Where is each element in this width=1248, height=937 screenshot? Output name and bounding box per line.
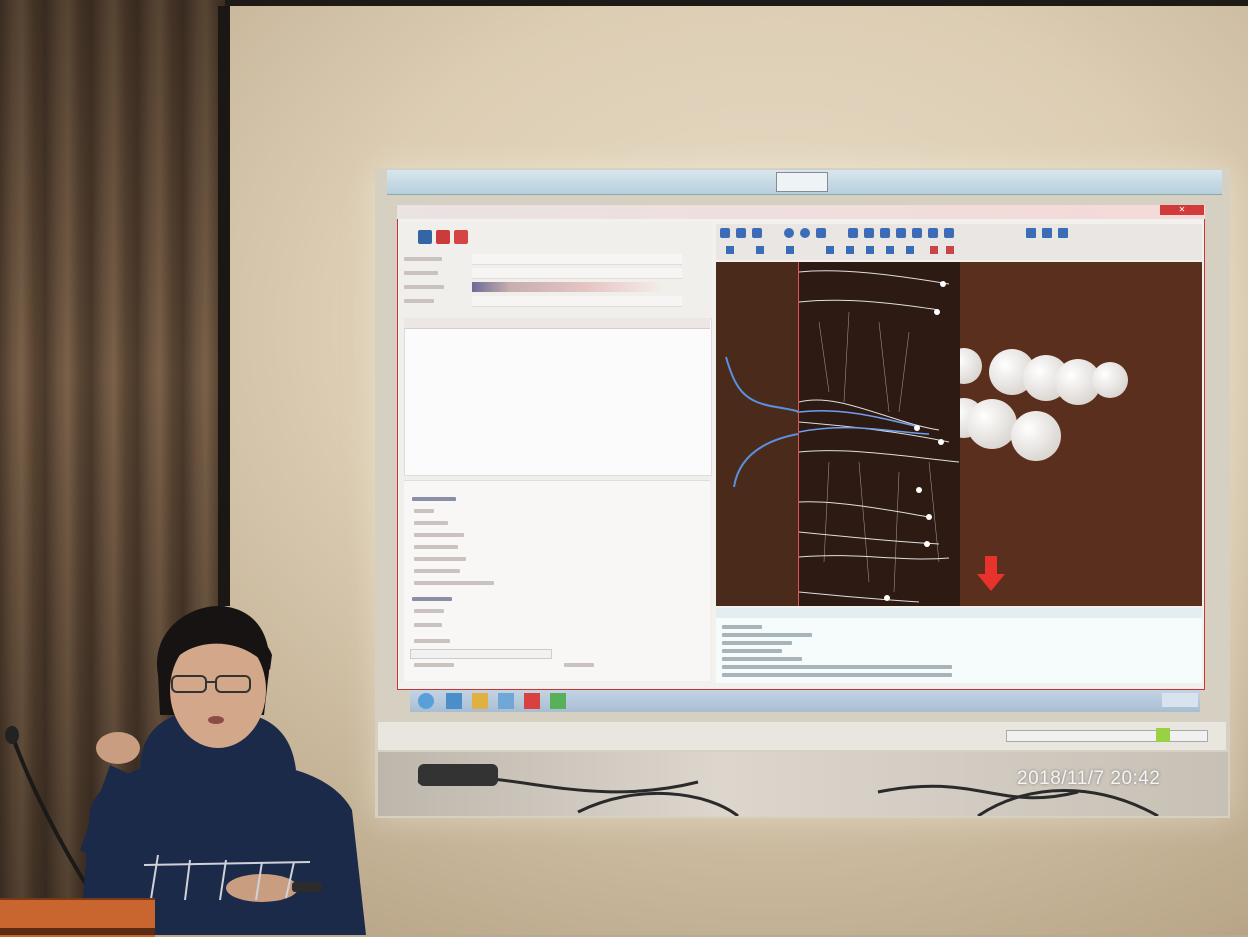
- layer-list[interactable]: [404, 318, 712, 476]
- log-line: [722, 641, 792, 645]
- layer-list-header: [404, 318, 710, 329]
- setting-label: [414, 533, 464, 537]
- section-heading: [412, 497, 456, 501]
- footer-controls: [1006, 730, 1208, 742]
- windows-taskbar: [410, 690, 1200, 712]
- setting-label: [404, 285, 444, 289]
- app-titlebar: [397, 205, 1205, 219]
- setting-label: [404, 257, 442, 261]
- setting-label: [414, 509, 434, 513]
- setting-label: [414, 569, 460, 573]
- action-buttons[interactable]: [410, 649, 552, 659]
- system-clock: [1162, 693, 1198, 707]
- setting-label: [404, 271, 438, 275]
- log-line: [722, 633, 812, 637]
- taskbar-app-icon[interactable]: [446, 693, 462, 709]
- setting-label: [414, 581, 494, 585]
- windows-start-icon[interactable]: [418, 693, 434, 709]
- setting-label: [414, 623, 442, 627]
- log-tabs[interactable]: [716, 608, 1202, 618]
- viewer-toolbar: [716, 224, 1202, 260]
- status-icon: [1156, 728, 1170, 742]
- setting-label: [414, 521, 448, 525]
- screen-frame: [218, 6, 230, 606]
- status-label: [564, 663, 594, 667]
- tool-icon[interactable]: [436, 230, 450, 244]
- log-line: [722, 625, 762, 629]
- neuron-image-region: [798, 262, 962, 606]
- log-panel: [716, 608, 1202, 683]
- tracing-settings: [404, 480, 710, 681]
- speaker-person: [40, 600, 380, 935]
- colormap-gradient[interactable]: [472, 282, 662, 292]
- setting-label: [414, 639, 450, 643]
- setting-label: [414, 609, 444, 613]
- status-label: [414, 663, 454, 667]
- viewer-right-region: [960, 262, 1202, 606]
- setting-label: [404, 299, 434, 303]
- setting-row[interactable]: [472, 254, 682, 265]
- log-line: [722, 665, 952, 669]
- close-icon[interactable]: ✕: [1160, 205, 1204, 215]
- setting-row[interactable]: [472, 296, 682, 307]
- log-line: [722, 673, 952, 677]
- taskbar-app-icon[interactable]: [550, 693, 566, 709]
- down-arrow-icon: [976, 556, 1006, 592]
- taskbar-app-icon[interactable]: [498, 693, 514, 709]
- taskbar-app-icon[interactable]: [524, 693, 540, 709]
- remote-viewer-tab: [776, 172, 828, 192]
- remote-viewer-footer: [378, 722, 1226, 750]
- tool-icon[interactable]: [454, 230, 468, 244]
- log-line: [722, 657, 802, 661]
- podium-base: [0, 928, 155, 935]
- viewer-left-region: [716, 262, 798, 606]
- taskbar-app-icon[interactable]: [472, 693, 488, 709]
- left-panel-toolbar: [402, 230, 708, 246]
- setting-label: [414, 545, 458, 549]
- setting-label: [414, 557, 466, 561]
- tool-icon[interactable]: [418, 230, 432, 244]
- section-heading: [412, 597, 452, 601]
- log-line: [722, 649, 782, 653]
- photo-timestamp: 2018/11/7 20:42: [1017, 768, 1161, 789]
- setting-row[interactable]: [472, 268, 682, 279]
